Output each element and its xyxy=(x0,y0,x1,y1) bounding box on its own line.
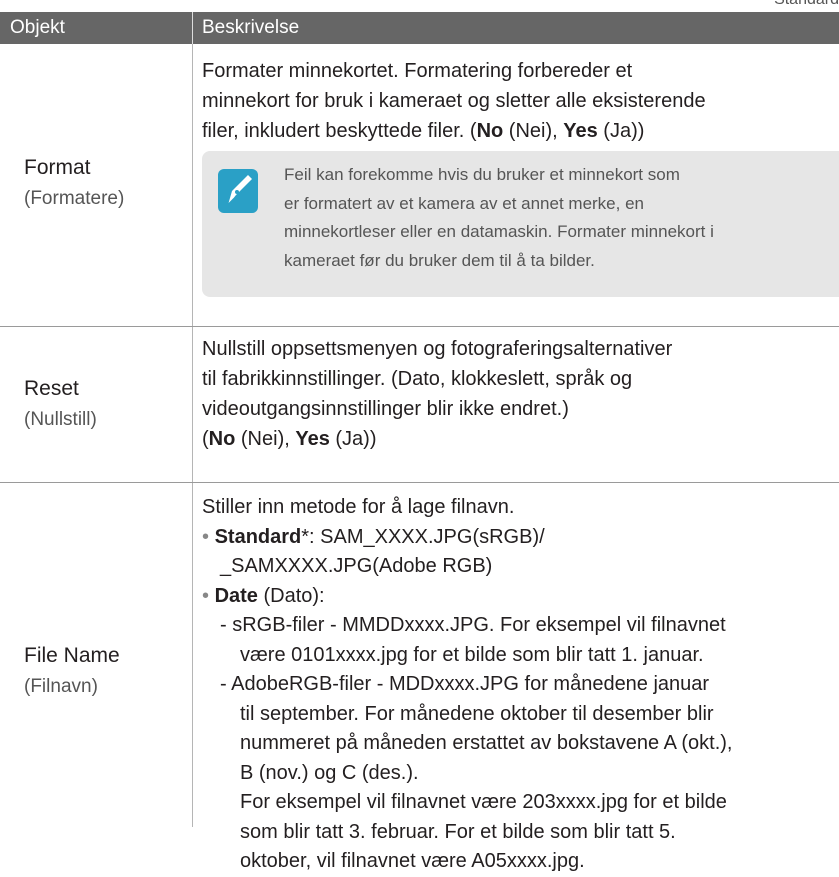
format-nei-text: (Nei), xyxy=(503,120,564,142)
note-line: er formatert av et kamera av et annet me… xyxy=(284,193,644,213)
reset-desc-line: (No (Nei), Yes (Ja)) xyxy=(202,424,832,454)
filename-bullet-date: • Date (Dato): xyxy=(202,582,832,612)
reset-desc-line: videoutgangsinnstillinger blir ikke endr… xyxy=(202,398,569,420)
date-label: Date xyxy=(214,584,258,607)
reset-ja-text: (Ja)) xyxy=(329,428,377,450)
adobe-text-line: til september. For månedene oktober til … xyxy=(240,702,714,725)
srgb-text-line2: være 0101xxxx.jpg for et bilde som blir … xyxy=(240,643,704,666)
format-note-text: Feil kan forekomme hvis du bruker et min… xyxy=(284,161,839,275)
adobe-text-line: B (nov.) og C (des.). xyxy=(240,761,419,784)
objekt-reset-name: Reset xyxy=(24,377,79,400)
column-divider xyxy=(192,44,193,827)
row-divider-1 xyxy=(0,326,839,327)
adobe-text-line: nummeret på måneden erstattet av bokstav… xyxy=(240,732,733,754)
note-line: kameraet før du bruker dem til å ta bild… xyxy=(284,250,595,270)
reset-no-label: No xyxy=(208,428,236,450)
standard-text-line2: _SAMXXXX.JPG(Adobe RGB) xyxy=(220,555,493,577)
objekt-reset-sub: (Nullstill) xyxy=(24,409,97,430)
reset-description: Nullstill oppsettsmenyen og fotograferin… xyxy=(202,334,832,454)
reset-desc-line: Nullstill oppsettsmenyen og fotograferin… xyxy=(202,338,673,360)
header-beskrivelse: Beskrivelse xyxy=(202,17,300,38)
filename-bullet-standard: • Standard*: SAM_XXXX.JPG(sRGB)/ xyxy=(202,523,832,553)
format-note-box: Feil kan forekomme hvis du bruker et min… xyxy=(202,151,839,297)
standard-text: *: SAM_XXXX.JPG(sRGB)/ xyxy=(301,525,545,548)
standard-label: Standard xyxy=(214,525,302,548)
note-line: minnekortleser eller en datamaskin. Form… xyxy=(284,222,714,241)
table-header: Objekt Beskrivelse xyxy=(0,12,839,44)
format-desc-line: filer, inkludert beskyttede filer. (No (… xyxy=(202,116,832,146)
objekt-reset: Reset (Nullstill) xyxy=(24,373,97,435)
objekt-format: Format (Formatere) xyxy=(24,152,124,214)
format-desc-line: Formater minnekortet. Formatering forber… xyxy=(202,60,633,82)
format-ja-text: (Ja)) xyxy=(597,120,645,142)
srgb-text: sRGB-filer - MMDDxxxx.JPG. For eksempel … xyxy=(232,614,726,636)
objekt-format-name: Format xyxy=(24,156,91,179)
format-description: Formater minnekortet. Formatering forber… xyxy=(202,56,832,146)
format-no-label: No xyxy=(476,120,504,142)
reset-nei-text: (Nei), xyxy=(235,428,296,450)
objekt-filename-sub: (Filnavn) xyxy=(24,676,98,697)
bullet-dot: • xyxy=(202,584,210,607)
format-desc-text: filer, inkludert beskyttede filer. ( xyxy=(202,120,477,142)
pen-note-icon xyxy=(218,169,258,213)
objekt-format-sub: (Formatere) xyxy=(24,188,125,209)
row-divider-2 xyxy=(0,482,839,483)
reset-yes-label: Yes xyxy=(295,428,330,450)
bullet-dot: • xyxy=(202,525,210,548)
objekt-filename-name: File Name xyxy=(24,644,120,667)
format-desc-line: minnekort for bruk i kameraet og sletter… xyxy=(202,90,706,112)
note-line: Feil kan forekomme hvis du bruker et min… xyxy=(284,165,680,184)
header-objekt: Objekt xyxy=(10,17,65,38)
filename-intro: Stiller inn metode for å lage filnavn. xyxy=(202,496,515,518)
format-yes-label: Yes xyxy=(563,120,598,142)
dash: - xyxy=(220,614,227,636)
srgb-item: - sRGB-filer - MMDDxxxx.JPG. For eksempe… xyxy=(202,611,832,641)
filename-description: Stiller inn metode for å lage filnavn. •… xyxy=(202,493,832,877)
adobe-item: - AdobeRGB-filer - MDDxxxx.JPG for måned… xyxy=(202,670,832,700)
adobe-text-line: oktober, vil filnavnet være A05xxxx.jpg. xyxy=(240,850,585,872)
header-divider xyxy=(192,12,193,44)
objekt-filename: File Name (Filnavn) xyxy=(24,640,120,702)
adobe-text-line: som blir tatt 3. februar. For et bilde s… xyxy=(240,820,676,843)
date-text: (Dato): xyxy=(257,584,325,607)
reset-paren: ( xyxy=(202,428,209,450)
adobe-text: AdobeRGB-filer - MDDxxxx.JPG for måneden… xyxy=(231,673,710,695)
page-corner-label: Standard xyxy=(774,0,839,9)
adobe-text-line: For eksempel vil filnavnet være 203xxxx.… xyxy=(240,791,727,813)
dash: - xyxy=(220,673,227,695)
reset-desc-line: til fabrikkinnstillinger. (Dato, klokkes… xyxy=(202,368,633,390)
